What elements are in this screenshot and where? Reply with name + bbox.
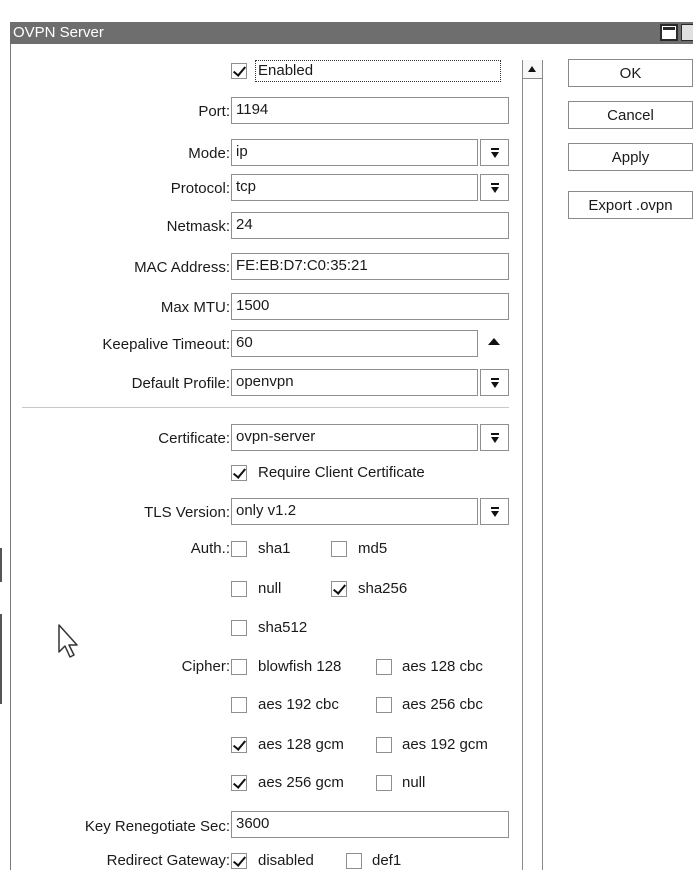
require-client-certificate-label: Require Client Certificate bbox=[258, 464, 425, 481]
netmask-label: Netmask: bbox=[166, 218, 230, 235]
auth-null-label: null bbox=[258, 580, 282, 597]
dropdown-arrow-icon bbox=[491, 378, 499, 388]
certificate-dropdown-button[interactable] bbox=[480, 424, 509, 451]
tls-version-dropdown-button[interactable] bbox=[480, 498, 509, 525]
max-mtu-field[interactable]: 1500 bbox=[231, 293, 509, 320]
keepalive-timeout-field[interactable]: 60 bbox=[231, 330, 478, 357]
cancel-button[interactable]: Cancel bbox=[568, 101, 693, 129]
cipher-null-checkbox[interactable] bbox=[376, 775, 392, 791]
cipher-aes-192-cbc-checkbox[interactable] bbox=[231, 697, 247, 713]
auth-md5-checkbox[interactable] bbox=[331, 541, 347, 557]
cipher-aes-128-gcm-checkbox[interactable] bbox=[231, 737, 247, 753]
auth-null-checkbox[interactable] bbox=[231, 581, 247, 597]
netmask-field[interactable]: 24 bbox=[231, 212, 509, 239]
auth-label: Auth.: bbox=[190, 540, 230, 557]
mode-dropdown-button[interactable] bbox=[480, 139, 509, 166]
key-renegotiate-field[interactable]: 3600 bbox=[231, 811, 509, 838]
protocol-select[interactable]: tcp bbox=[231, 174, 478, 201]
redirect-def1-label: def1 bbox=[372, 852, 402, 869]
export-ovpn-button[interactable]: Export .ovpn bbox=[568, 191, 693, 219]
form-scrollbar[interactable] bbox=[522, 60, 543, 870]
auth-sha1-label: sha1 bbox=[258, 540, 291, 557]
redirect-disabled-label: disabled bbox=[258, 852, 314, 869]
auth-sha256-label: sha256 bbox=[358, 580, 408, 597]
scroll-up-icon[interactable] bbox=[523, 60, 542, 79]
cipher-label: Cipher: bbox=[181, 658, 230, 675]
close-icon[interactable] bbox=[681, 24, 693, 41]
cipher-null-label: null bbox=[402, 774, 426, 791]
tls-version-label: TLS Version: bbox=[144, 504, 230, 521]
cipher-aes-128-cbc-checkbox[interactable] bbox=[376, 659, 392, 675]
dropdown-arrow-icon bbox=[491, 507, 499, 517]
auth-sha512-label: sha512 bbox=[258, 619, 308, 636]
cipher-aes-256-gcm-label: aes 256 gcm bbox=[258, 774, 344, 791]
enabled-checkbox[interactable] bbox=[231, 63, 247, 79]
max-mtu-label: Max MTU: bbox=[160, 299, 230, 316]
auth-md5-label: md5 bbox=[358, 540, 388, 557]
default-profile-dropdown-button[interactable] bbox=[480, 369, 509, 396]
redirect-disabled-checkbox[interactable] bbox=[231, 853, 247, 869]
background-edge bbox=[0, 548, 2, 582]
cipher-aes-128-gcm-label: aes 128 gcm bbox=[258, 736, 344, 753]
default-profile-select[interactable]: openvpn bbox=[231, 369, 478, 396]
cipher-aes-192-cbc-label: aes 192 cbc bbox=[258, 696, 339, 713]
mode-select[interactable]: ip bbox=[231, 139, 478, 166]
maximize-icon[interactable] bbox=[660, 24, 678, 41]
background-edge bbox=[0, 614, 2, 704]
mac-address-label: MAC Address: bbox=[134, 259, 230, 276]
enabled-label: Enabled bbox=[258, 62, 314, 79]
port-field[interactable]: 1194 bbox=[231, 97, 509, 124]
default-profile-label: Default Profile: bbox=[131, 375, 230, 392]
require-client-certificate-checkbox[interactable] bbox=[231, 465, 247, 481]
protocol-label: Protocol: bbox=[170, 180, 230, 197]
collapse-up-icon[interactable] bbox=[488, 338, 500, 345]
dropdown-arrow-icon bbox=[491, 433, 499, 443]
auth-sha512-checkbox[interactable] bbox=[231, 620, 247, 636]
apply-button[interactable]: Apply bbox=[568, 143, 693, 171]
dropdown-arrow-icon bbox=[491, 183, 499, 193]
auth-sha256-checkbox[interactable] bbox=[331, 581, 347, 597]
cipher-blowfish-128-label: blowfish 128 bbox=[258, 658, 342, 675]
dropdown-arrow-icon bbox=[491, 148, 499, 158]
section-divider bbox=[22, 407, 509, 408]
tls-version-select[interactable]: only v1.2 bbox=[231, 498, 478, 525]
port-label: Port: bbox=[198, 103, 230, 120]
mac-address-field[interactable]: FE:EB:D7:C0:35:21 bbox=[231, 253, 509, 280]
key-renegotiate-label: Key Renegotiate Sec: bbox=[84, 818, 230, 835]
window-title: OVPN Server bbox=[13, 24, 104, 41]
certificate-select[interactable]: ovpn-server bbox=[231, 424, 478, 451]
cipher-aes-192-gcm-checkbox[interactable] bbox=[376, 737, 392, 753]
certificate-label: Certificate: bbox=[158, 430, 230, 447]
cipher-aes-256-cbc-checkbox[interactable] bbox=[376, 697, 392, 713]
keepalive-timeout-label: Keepalive Timeout: bbox=[102, 336, 230, 353]
cipher-aes-256-cbc-label: aes 256 cbc bbox=[402, 696, 483, 713]
auth-sha1-checkbox[interactable] bbox=[231, 541, 247, 557]
cipher-aes-256-gcm-checkbox[interactable] bbox=[231, 775, 247, 791]
protocol-dropdown-button[interactable] bbox=[480, 174, 509, 201]
mode-label: Mode: bbox=[188, 145, 230, 162]
cipher-aes-192-gcm-label: aes 192 gcm bbox=[402, 736, 488, 753]
redirect-def1-checkbox[interactable] bbox=[346, 853, 362, 869]
ok-button[interactable]: OK bbox=[568, 59, 693, 87]
redirect-gateway-label: Redirect Gateway: bbox=[106, 852, 230, 869]
window-titlebar[interactable]: OVPN Server bbox=[10, 22, 693, 44]
mouse-pointer-icon bbox=[58, 624, 78, 658]
cipher-aes-128-cbc-label: aes 128 cbc bbox=[402, 658, 483, 675]
cipher-blowfish-128-checkbox[interactable] bbox=[231, 659, 247, 675]
